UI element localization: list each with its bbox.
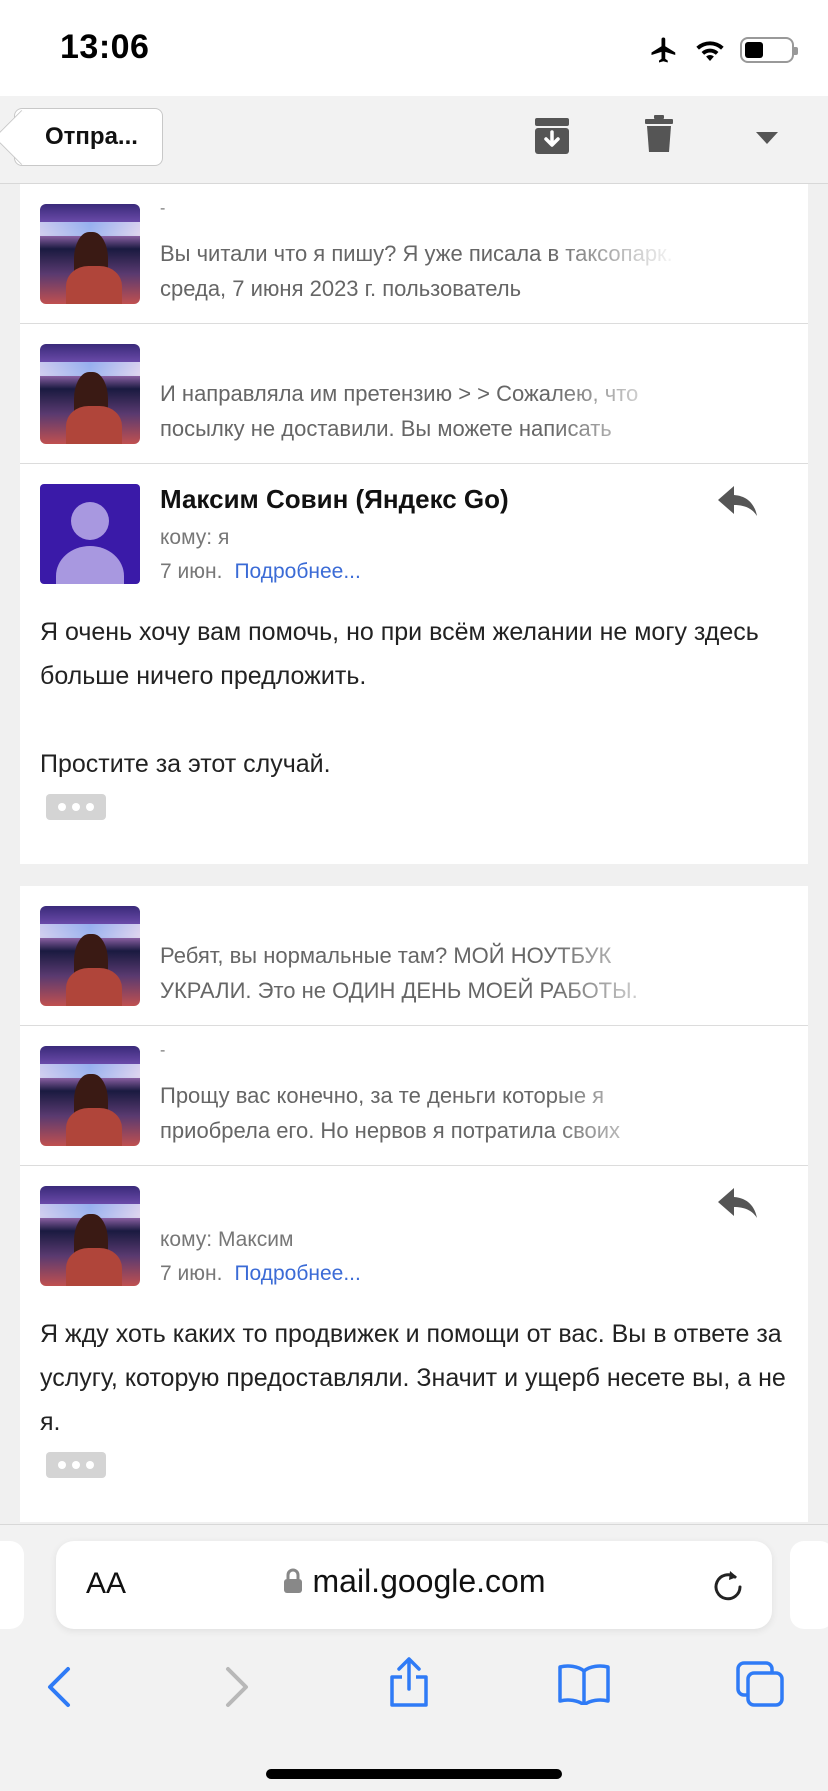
collapsed-message[interactable]: - Вы читали что я пишу? Я уже писала в т…: [20, 184, 808, 324]
url-display[interactable]: mail.google.com: [56, 1563, 772, 1600]
show-trimmed-content-button[interactable]: [46, 794, 106, 820]
message-snippet: Прощу вас конечно, за те деньги которые …: [160, 1083, 621, 1143]
battery-icon: [740, 37, 798, 63]
avatar: [40, 344, 140, 444]
recipient-line: кому: Максим: [160, 1228, 294, 1251]
recipient-line: кому: я: [160, 526, 230, 549]
tabs-icon[interactable]: [736, 1661, 784, 1707]
expanded-message: кому: Максим 7 июн. Подробнее... Я жду хо…: [20, 1166, 808, 1478]
message-snippet: Ребят, вы нормальные там? МОЙ НОУТБУК УК…: [160, 943, 638, 1003]
details-link[interactable]: Подробнее...: [234, 560, 360, 583]
avatar: [40, 906, 140, 1006]
back-arrow-icon[interactable]: [44, 1665, 74, 1709]
collapsed-message[interactable]: - Прощу вас конечно, за те деньги которы…: [20, 1026, 808, 1166]
avatar: [40, 1046, 140, 1146]
status-time: 13:06: [60, 28, 150, 66]
message-date: 7 июн.: [160, 1262, 223, 1285]
next-tab-preview[interactable]: [790, 1541, 828, 1629]
trash-icon[interactable]: [644, 114, 674, 154]
message-paragraph: Простите за этот случай.: [40, 750, 331, 778]
message-snippet: И направляла им претензию > > Сожалею, ч…: [160, 381, 639, 441]
browser-nav-row: [0, 1655, 828, 1745]
browser-bottom-bar: AA mail.google.com: [0, 1524, 828, 1791]
message-date: 7 июн.: [160, 560, 223, 583]
wifi-icon: [696, 41, 724, 62]
home-indicator: [266, 1769, 562, 1779]
status-icons: [648, 34, 798, 66]
reply-icon[interactable]: [718, 1188, 758, 1220]
back-button[interactable]: Отпра...: [14, 108, 163, 166]
airplane-mode-icon: [651, 37, 676, 63]
collapsed-message[interactable]: И направляла им претензию > > Сожалею, ч…: [20, 324, 808, 464]
message-snippet: Вы читали что я пишу? Я уже писала в так…: [160, 241, 673, 301]
show-trimmed-content-button[interactable]: [46, 1452, 106, 1478]
back-button-label: Отпра...: [45, 123, 138, 150]
avatar: [40, 204, 140, 304]
message-body: Я жду хоть каких то продвижек и помощи о…: [20, 1286, 808, 1444]
archive-icon[interactable]: [533, 116, 571, 156]
forward-arrow-icon[interactable]: [222, 1665, 252, 1709]
message-header[interactable]: Максим Совин (Яндекс Go) кому: я 7 июн. П…: [20, 464, 808, 584]
status-bar: 13:06: [0, 0, 828, 96]
message-paragraph: Я жду хоть каких то продвижек и помощи о…: [40, 1320, 786, 1436]
sender-name: -: [160, 200, 166, 217]
message-body: Я очень хочу вам помочь, но при всём жел…: [20, 584, 808, 786]
message-group: - Вы читали что я пишу? Я уже писала в т…: [20, 184, 808, 864]
message-paragraph: Я очень хочу вам помочь, но при всём жел…: [40, 618, 759, 690]
collapsed-message[interactable]: Ребят, вы нормальные там? МОЙ НОУТБУК УК…: [20, 886, 808, 1026]
sender-name: -: [160, 1042, 166, 1059]
bookmarks-icon[interactable]: [558, 1663, 610, 1705]
reload-icon[interactable]: [712, 1567, 746, 1603]
date-line: 7 июн. Подробнее...: [160, 1262, 361, 1286]
address-bar[interactable]: AA mail.google.com: [56, 1541, 772, 1629]
email-toolbar: Отпра...: [0, 96, 828, 184]
conversation-view: - Вы читали что я пишу? Я уже писала в т…: [0, 184, 828, 1524]
expanded-message: Максим Совин (Яндекс Go) кому: я 7 июн. П…: [20, 464, 808, 820]
message-group: Ребят, вы нормальные там? МОЙ НОУТБУК УК…: [20, 886, 808, 1522]
previous-tab-preview[interactable]: [0, 1541, 24, 1629]
url-text: mail.google.com: [312, 1563, 546, 1599]
date-line: 7 июн. Подробнее...: [160, 560, 361, 584]
lock-icon: [283, 1568, 302, 1593]
message-header[interactable]: кому: Максим 7 июн. Подробнее...: [20, 1166, 808, 1286]
avatar: [40, 1186, 140, 1286]
reply-icon[interactable]: [718, 486, 758, 518]
share-icon[interactable]: [388, 1657, 430, 1707]
chevron-down-icon[interactable]: [756, 132, 778, 144]
details-link[interactable]: Подробнее...: [234, 1262, 360, 1285]
sender-name: Максим Совин (Яндекс Go): [160, 484, 509, 514]
avatar: [40, 484, 140, 584]
